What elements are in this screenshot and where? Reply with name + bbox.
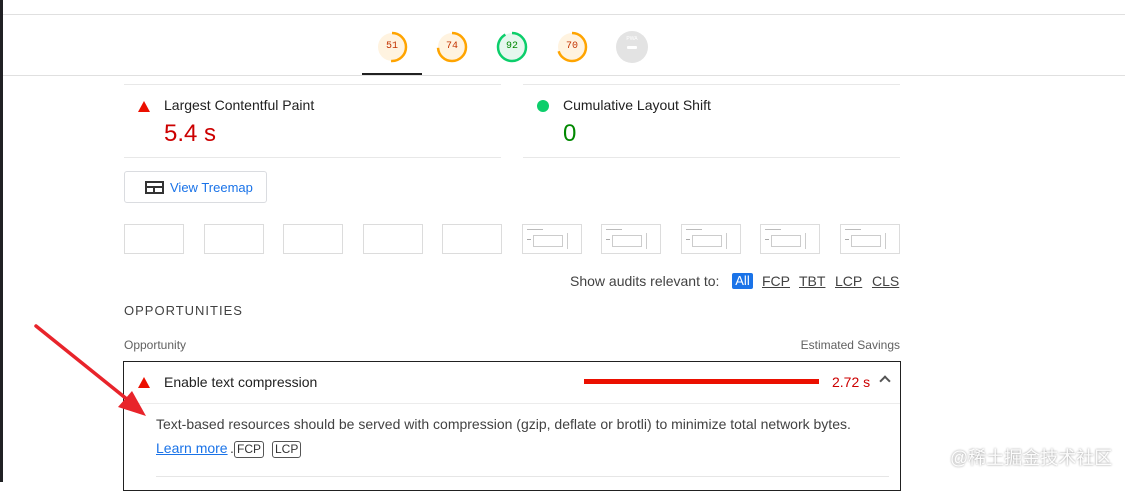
lighthouse-report: 51 74 92 70 PWA Largest Contentful Paint… — [0, 0, 1125, 491]
red-arrow-annotation — [34, 324, 146, 416]
watermark: @稀土掘金技术社区 — [950, 448, 1113, 468]
